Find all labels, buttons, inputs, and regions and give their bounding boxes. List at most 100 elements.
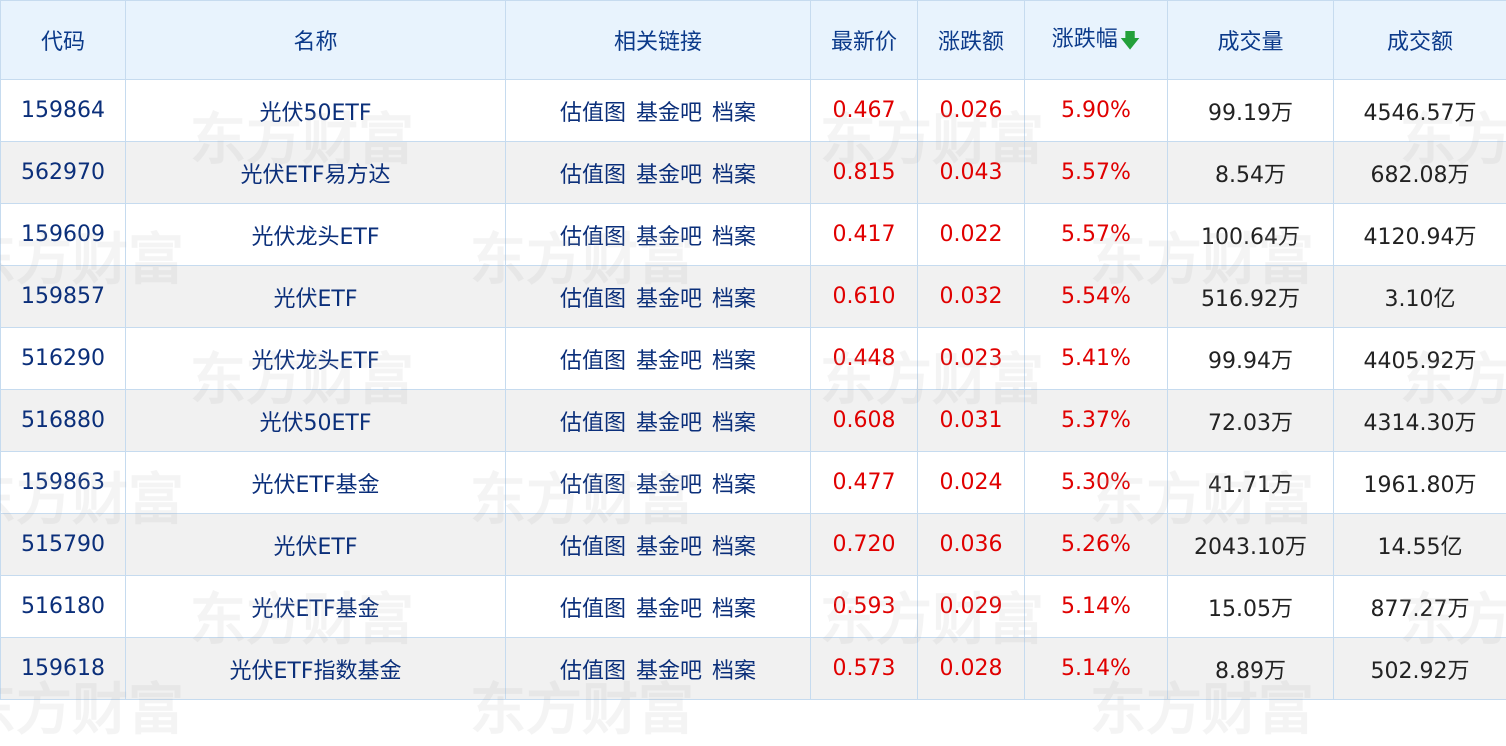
fund-forum-link[interactable]: 基金吧 [636,349,702,374]
fund-code[interactable]: 159618 [1,638,126,700]
trade-volume: 8.54万 [1168,142,1334,204]
header-code[interactable]: 代码 [1,1,126,80]
fund-profile-link[interactable]: 档案 [712,225,756,250]
latest-price: 0.610 [811,266,918,328]
valuation-chart-link[interactable]: 估值图 [560,101,626,126]
trade-amount: 877.27万 [1334,576,1506,638]
related-links: 估值图基金吧档案 [506,638,811,700]
trade-volume: 99.19万 [1168,80,1334,142]
valuation-chart-link[interactable]: 估值图 [560,659,626,684]
fund-profile-link[interactable]: 档案 [712,659,756,684]
valuation-chart-link[interactable]: 估值图 [560,535,626,560]
table-row: 159618光伏ETF指数基金估值图基金吧档案0.5730.0285.14%8.… [1,638,1506,700]
trade-amount: 4405.92万 [1334,328,1506,390]
trade-volume: 72.03万 [1168,390,1334,452]
valuation-chart-link[interactable]: 估值图 [560,411,626,436]
valuation-chart-link[interactable]: 估值图 [560,225,626,250]
header-pct[interactable]: 涨跌幅🡇 [1025,1,1168,80]
fund-profile-link[interactable]: 档案 [712,101,756,126]
related-links: 估值图基金吧档案 [506,328,811,390]
header-amount[interactable]: 成交额 [1334,1,1506,80]
fund-code[interactable]: 516880 [1,390,126,452]
related-links: 估值图基金吧档案 [506,80,811,142]
latest-price: 0.448 [811,328,918,390]
trade-amount: 3.10亿 [1334,266,1506,328]
fund-profile-link[interactable]: 档案 [712,163,756,188]
change-percent: 5.14% [1025,638,1168,700]
price-change: 0.032 [918,266,1025,328]
fund-profile-link[interactable]: 档案 [712,411,756,436]
fund-code[interactable]: 516180 [1,576,126,638]
fund-forum-link[interactable]: 基金吧 [636,659,702,684]
table-row: 159857光伏ETF估值图基金吧档案0.6100.0325.54%516.92… [1,266,1506,328]
fund-name[interactable]: 光伏ETF [126,266,506,328]
change-percent: 5.30% [1025,452,1168,514]
table-header-row: 代码 名称 相关链接 最新价 涨跌额 涨跌幅🡇 成交量 成交额 [1,1,1506,80]
trade-amount: 4546.57万 [1334,80,1506,142]
fund-forum-link[interactable]: 基金吧 [636,101,702,126]
fund-forum-link[interactable]: 基金吧 [636,225,702,250]
fund-forum-link[interactable]: 基金吧 [636,597,702,622]
latest-price: 0.608 [811,390,918,452]
price-change: 0.031 [918,390,1025,452]
fund-forum-link[interactable]: 基金吧 [636,411,702,436]
down-arrow-icon[interactable]: 🡇 [1120,26,1141,60]
header-change[interactable]: 涨跌额 [918,1,1025,80]
price-change: 0.043 [918,142,1025,204]
fund-code[interactable]: 159609 [1,204,126,266]
trade-volume: 99.94万 [1168,328,1334,390]
fund-forum-link[interactable]: 基金吧 [636,163,702,188]
valuation-chart-link[interactable]: 估值图 [560,163,626,188]
fund-forum-link[interactable]: 基金吧 [636,287,702,312]
header-pct-label: 涨跌幅 [1052,27,1118,52]
price-change: 0.024 [918,452,1025,514]
fund-profile-link[interactable]: 档案 [712,535,756,560]
fund-name[interactable]: 光伏ETF基金 [126,452,506,514]
change-percent: 5.37% [1025,390,1168,452]
change-percent: 5.90% [1025,80,1168,142]
fund-name[interactable]: 光伏ETF指数基金 [126,638,506,700]
fund-name[interactable]: 光伏ETF基金 [126,576,506,638]
fund-code[interactable]: 562970 [1,142,126,204]
fund-profile-link[interactable]: 档案 [712,287,756,312]
change-percent: 5.54% [1025,266,1168,328]
fund-code[interactable]: 516290 [1,328,126,390]
latest-price: 0.815 [811,142,918,204]
price-change: 0.022 [918,204,1025,266]
header-links: 相关链接 [506,1,811,80]
fund-forum-link[interactable]: 基金吧 [636,535,702,560]
fund-code[interactable]: 515790 [1,514,126,576]
valuation-chart-link[interactable]: 估值图 [560,597,626,622]
valuation-chart-link[interactable]: 估值图 [560,287,626,312]
valuation-chart-link[interactable]: 估值图 [560,349,626,374]
fund-name[interactable]: 光伏龙头ETF [126,328,506,390]
fund-code[interactable]: 159863 [1,452,126,514]
price-change: 0.036 [918,514,1025,576]
latest-price: 0.477 [811,452,918,514]
fund-profile-link[interactable]: 档案 [712,349,756,374]
fund-code[interactable]: 159864 [1,80,126,142]
fund-code[interactable]: 159857 [1,266,126,328]
table-row: 516290光伏龙头ETF估值图基金吧档案0.4480.0235.41%99.9… [1,328,1506,390]
latest-price: 0.467 [811,80,918,142]
related-links: 估值图基金吧档案 [506,204,811,266]
header-name[interactable]: 名称 [126,1,506,80]
fund-name[interactable]: 光伏50ETF [126,390,506,452]
fund-name[interactable]: 光伏ETF [126,514,506,576]
related-links: 估值图基金吧档案 [506,452,811,514]
header-price[interactable]: 最新价 [811,1,918,80]
table-row: 515790光伏ETF估值图基金吧档案0.7200.0365.26%2043.1… [1,514,1506,576]
fund-name[interactable]: 光伏50ETF [126,80,506,142]
fund-name[interactable]: 光伏龙头ETF [126,204,506,266]
header-volume[interactable]: 成交量 [1168,1,1334,80]
related-links: 估值图基金吧档案 [506,390,811,452]
latest-price: 0.417 [811,204,918,266]
fund-name[interactable]: 光伏ETF易方达 [126,142,506,204]
fund-profile-link[interactable]: 档案 [712,473,756,498]
table-row: 516880光伏50ETF估值图基金吧档案0.6080.0315.37%72.0… [1,390,1506,452]
valuation-chart-link[interactable]: 估值图 [560,473,626,498]
related-links: 估值图基金吧档案 [506,576,811,638]
fund-profile-link[interactable]: 档案 [712,597,756,622]
change-percent: 5.14% [1025,576,1168,638]
fund-forum-link[interactable]: 基金吧 [636,473,702,498]
